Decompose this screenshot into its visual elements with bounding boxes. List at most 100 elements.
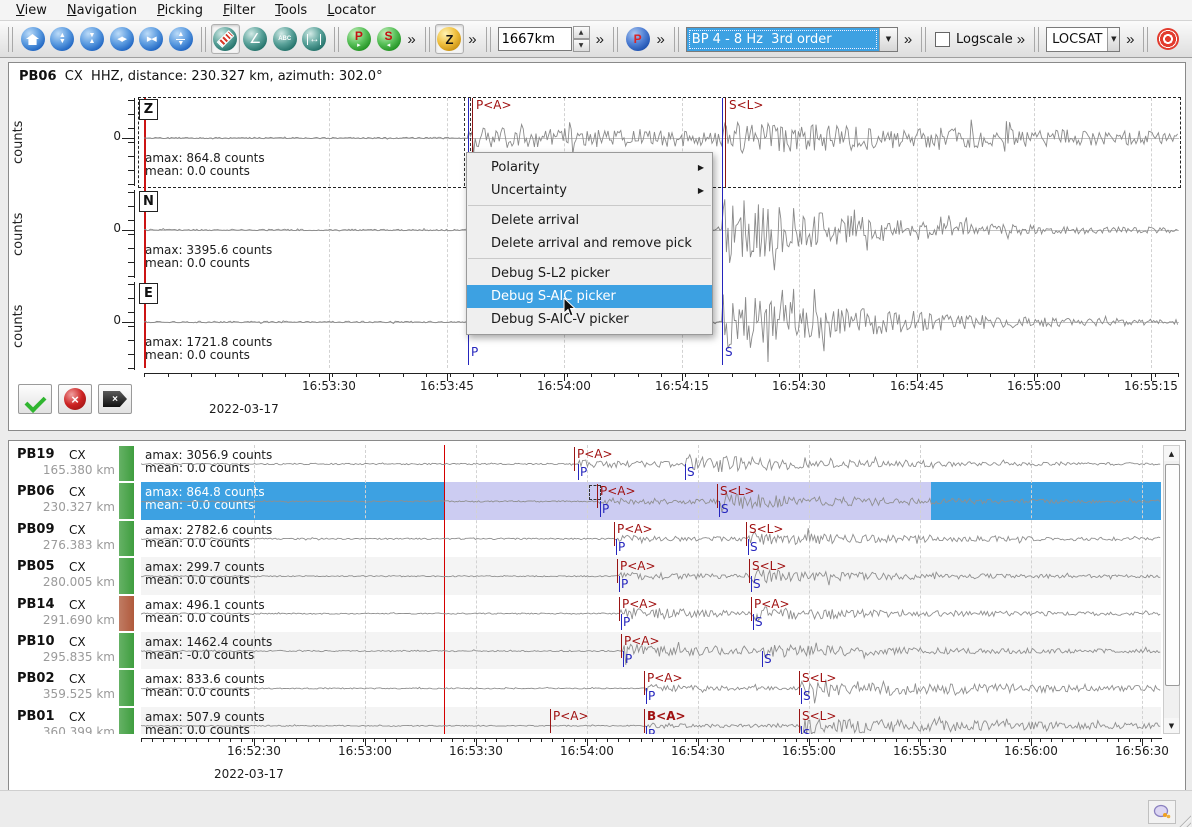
home-button[interactable]: [18, 24, 48, 54]
toolbar-overflow-button[interactable]: »: [1126, 31, 1134, 48]
toolbar-overflow-button[interactable]: »: [407, 31, 415, 48]
resize-grip[interactable]: [1176, 812, 1191, 827]
pick-line[interactable]: [619, 597, 620, 621]
phase-line[interactable]: [762, 651, 763, 667]
vertical-scrollbar[interactable]: ▲ ▼: [1163, 445, 1180, 734]
reject-pick-button[interactable]: ×: [58, 384, 92, 414]
spin-down-icon[interactable]: ▼: [573, 39, 590, 52]
phase-line[interactable]: [646, 688, 647, 704]
pick-p-button[interactable]: P▸: [344, 24, 374, 54]
scroll-up-icon[interactable]: ▲: [1164, 446, 1179, 461]
phase-line[interactable]: [685, 464, 686, 480]
phase-line[interactable]: [616, 539, 617, 555]
toolbar-handle[interactable]: [201, 27, 206, 52]
amplitude-fit-button[interactable]: ▲▼: [166, 24, 196, 54]
toolbar-handle[interactable]: [1034, 27, 1039, 52]
context-menu-item-debug-s-aic-v-picker[interactable]: Debug S-AIC-V picker: [467, 308, 712, 331]
context-menu-item-debug-s-l2-picker[interactable]: Debug S-L2 picker: [467, 262, 712, 285]
menu-item-filter[interactable]: Filter: [213, 2, 265, 19]
time-measure-tool-button[interactable]: ↔: [300, 24, 330, 54]
menu-item-view[interactable]: View: [6, 2, 57, 19]
time-window-input[interactable]: [498, 27, 572, 51]
time-axis-minor-tick: [826, 373, 827, 377]
phase-line[interactable]: [646, 726, 647, 734]
toolbar-handle[interactable]: [613, 27, 618, 52]
chevron-down-icon[interactable]: ▼: [1107, 28, 1119, 51]
theoretical-p-button[interactable]: P: [623, 24, 653, 54]
confirm-pick-button[interactable]: [18, 384, 52, 414]
time-zoom-in-button[interactable]: ▶◀: [136, 24, 166, 54]
phase-line[interactable]: [719, 501, 720, 517]
toolbar-handle[interactable]: [425, 27, 430, 52]
trace-rows-area[interactable]: amax: 3056.9 countsmean: 0.0 countsamax:…: [141, 445, 1161, 734]
context-menu-item-delete-arrival[interactable]: Delete arrival: [467, 209, 712, 232]
amplitude-normalize-button[interactable]: ▼▲: [77, 24, 107, 54]
pick-line[interactable]: [617, 559, 618, 583]
pick-line[interactable]: [644, 709, 645, 733]
toolbar-handle[interactable]: [674, 27, 679, 52]
bottom-traces-panel[interactable]: PB19CX165.380 kmPB06CX230.327 kmPB09CX27…: [8, 440, 1186, 791]
phase-line[interactable]: [619, 576, 620, 592]
scrollbar-thumb[interactable]: [1165, 464, 1180, 686]
context-menu-item-debug-s-aic-picker[interactable]: Debug S-AIC picker: [467, 285, 712, 308]
logscale-checkbox[interactable]: [935, 32, 950, 47]
phase-line[interactable]: [623, 651, 624, 667]
context-menu-item-polarity[interactable]: Polarity▶: [467, 156, 712, 179]
toolbar-handle[interactable]: [334, 27, 339, 52]
locator-select[interactable]: LOCSAT ▼: [1046, 27, 1120, 52]
phase-line[interactable]: [753, 614, 754, 630]
context-menu-item-uncertainty[interactable]: Uncertainty▶: [467, 179, 712, 202]
pick-line[interactable]: [751, 597, 752, 621]
pick-s-button[interactable]: S◂: [374, 24, 404, 54]
phase-line[interactable]: [621, 614, 622, 630]
toolbar-handle[interactable]: [921, 27, 926, 52]
spin-up-icon[interactable]: ▲: [573, 26, 590, 39]
pick-line[interactable]: [799, 709, 800, 733]
component-z-button[interactable]: Z: [435, 24, 465, 54]
phase-line[interactable]: [801, 726, 802, 734]
phase-label-tool-button[interactable]: ABC: [270, 24, 300, 54]
pick-line[interactable]: [597, 484, 598, 508]
toolbar-overflow-button[interactable]: »: [1017, 31, 1025, 48]
phase-line[interactable]: [578, 464, 579, 480]
toolbar-overflow-button[interactable]: »: [596, 31, 604, 48]
ruler-pick-button[interactable]: [211, 24, 241, 54]
scroll-down-icon[interactable]: ▼: [1164, 718, 1179, 733]
toolbar-overflow-button[interactable]: »: [904, 31, 912, 48]
phase-line-s[interactable]: [722, 98, 723, 365]
phase-line[interactable]: [600, 501, 601, 517]
filter-select[interactable]: BP 4 - 8 Hz 3rd order ▼: [686, 27, 898, 52]
locate-button[interactable]: [1153, 24, 1183, 54]
pick-line[interactable]: [621, 634, 622, 658]
toolbar-overflow-button[interactable]: »: [468, 31, 476, 48]
phase-line[interactable]: [748, 539, 749, 555]
pick-line[interactable]: [614, 522, 615, 546]
phase-line[interactable]: [751, 576, 752, 592]
toolbar-handle[interactable]: [8, 27, 13, 52]
pick-line[interactable]: [550, 709, 551, 733]
discard-next-button[interactable]: ×: [98, 384, 132, 414]
pick-line[interactable]: [746, 522, 747, 546]
menu-item-locator[interactable]: Locator: [317, 2, 385, 19]
status-tool-button[interactable]: [1148, 800, 1176, 824]
toolbar-handle[interactable]: [486, 27, 491, 52]
pick-line[interactable]: [574, 447, 575, 471]
menu-item-navigation[interactable]: Navigation: [57, 2, 147, 19]
pick-line[interactable]: [717, 484, 718, 508]
phase-line[interactable]: [801, 688, 802, 704]
pick-line[interactable]: [749, 559, 750, 583]
toolbar-handle[interactable]: [1143, 27, 1148, 52]
toolbar-overflow-button[interactable]: »: [657, 31, 665, 48]
pick-line[interactable]: [725, 98, 726, 187]
chevron-down-icon[interactable]: ▼: [879, 28, 897, 51]
time-axis-minor-tick: [1151, 738, 1152, 742]
amplitude-zoom-button[interactable]: ▲▼: [48, 24, 78, 54]
context-menu-item-delete-arrival-and-remove-pick[interactable]: Delete arrival and remove pick: [467, 232, 712, 255]
menu-item-picking[interactable]: Picking: [147, 2, 213, 19]
time-zoom-out-button[interactable]: ◀▶: [107, 24, 137, 54]
menu-item-tools[interactable]: Tools: [265, 2, 317, 19]
pick-line[interactable]: [799, 671, 800, 695]
pick-line[interactable]: [644, 671, 645, 695]
angle-tool-button[interactable]: ∠: [240, 24, 270, 54]
time-window-spinbox[interactable]: ▲▼: [498, 26, 590, 52]
